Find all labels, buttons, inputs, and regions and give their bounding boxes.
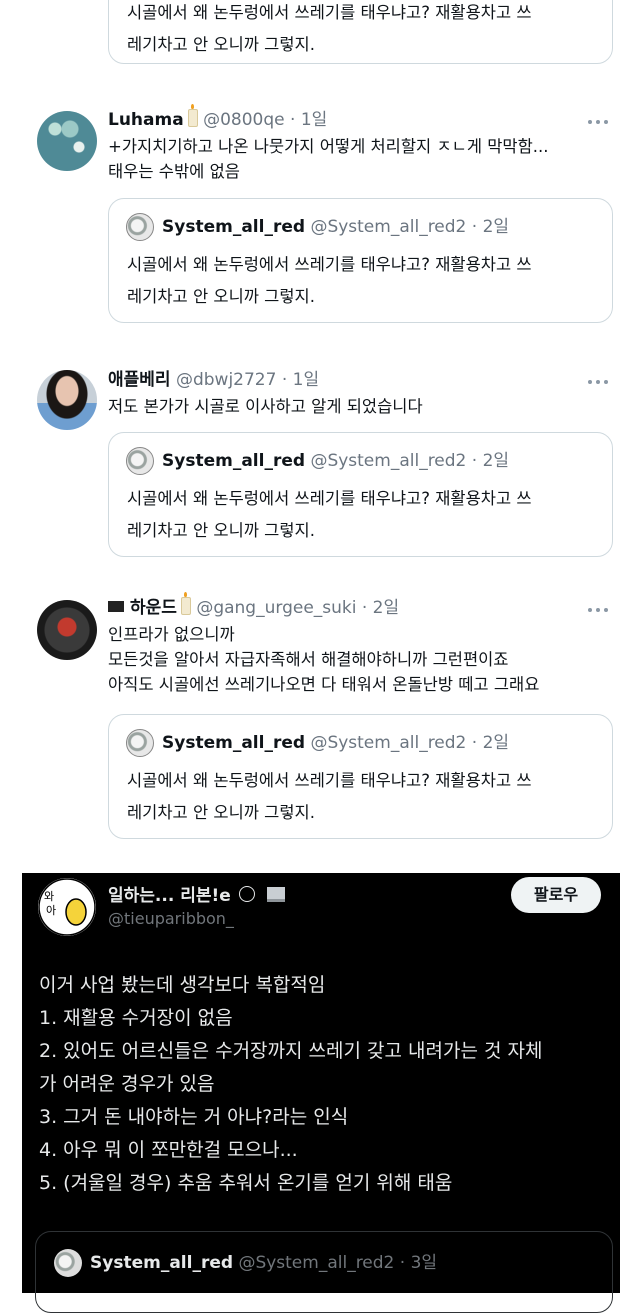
quoted-tweet-card[interactable]: System_all_red @System_all_red2 · 2일 시골에…: [108, 432, 613, 557]
laptop-emoji: [266, 887, 285, 902]
tweet-text: +가지치기하고 나온 나뭇가지 어떻게 처리할지 ㅈㄴ게 막막함... 태우는 …: [108, 137, 549, 181]
quoted-tweet-header: System_all_red @System_all_red2 · 2일: [126, 213, 509, 241]
handle-time: @gang_urgee_suki · 2일: [196, 598, 400, 618]
tweet-text-line: 가 어려운 경우가 있음: [39, 1073, 215, 1095]
tweet-header: 애플베리 @dbwj2727 · 1일: [108, 368, 319, 392]
quoted-tweet-card[interactable]: 시골에서 왜 논두렁에서 쓰레기를 태우냐고? 재활용차고 쓰 레기차고 안 오…: [108, 0, 613, 64]
tweet-text-line: 1. 재활용 수거장이 없음: [39, 1007, 233, 1029]
tweet-header: 하운드 @gang_urgee_suki · 2일: [108, 592, 400, 620]
follow-button[interactable]: 팔로우: [511, 877, 601, 913]
quoted-tweet-text: 시골에서 왜 논두렁에서 쓰레기를 태우냐고? 재활용차고 쓰 레기차고 안 오…: [127, 771, 532, 822]
more-icon[interactable]: [588, 380, 610, 384]
svg-text:와: 와: [44, 890, 54, 903]
dark-tweet-card[interactable]: 와 아 일하는... 리본!e @tieuparibbon_ 팔로우 이거 사업…: [22, 873, 620, 1313]
display-name[interactable]: Luhama: [108, 110, 184, 130]
handle[interactable]: @tieuparibbon_: [108, 909, 234, 928]
display-name[interactable]: 애플베리: [108, 370, 171, 390]
quoted-tweet-text: 시골에서 왜 논두렁에서 쓰레기를 태우냐고? 재활용차고 쓰 레기차고 안 오…: [127, 255, 532, 306]
avatar-drawing: 와 아: [38, 878, 96, 936]
more-icon[interactable]: [588, 120, 610, 124]
face-emoji: [238, 886, 255, 902]
avatar[interactable]: 와 아: [38, 878, 96, 936]
tweet-text: 인프라가 없으니까 모든것을 알아서 자급자족해서 해결해야하니까 그런편이죠 …: [108, 625, 540, 694]
avatar[interactable]: [37, 370, 97, 430]
tweet[interactable]: 애플베리 @dbwj2727 · 1일 저도 본가가 시골로 이사하고 알게 되…: [0, 368, 640, 568]
tweet-text-line: 2. 있어도 어르신들은 수거장까지 쓰레기 갖고 내려가는 것 자체: [39, 1040, 543, 1062]
tweet-text-line: 이거 사업 봤는데 생각보다 복합적임: [39, 974, 326, 996]
avatar[interactable]: [37, 111, 97, 171]
handle-time: @dbwj2727 · 1일: [175, 370, 320, 390]
quoted-tweet-card[interactable]: System_all_red @System_all_red2 · 3일: [35, 1231, 613, 1313]
quoted-tweet-header: System_all_red @System_all_red2 · 2일: [126, 447, 509, 475]
quoted-tweet-card[interactable]: System_all_red @System_all_red2 · 2일 시골에…: [108, 714, 613, 839]
tweet-text-line: 4. 아우 뭐 이 쪼만한걸 모으나...: [39, 1139, 298, 1161]
flag-emoji: [108, 601, 124, 612]
timeline-light: 시골에서 왜 논두렁에서 쓰레기를 태우냐고? 재활용차고 쓰 레기차고 안 오…: [0, 0, 640, 862]
tweet-header: Luhama @0800qe · 1일: [108, 104, 328, 132]
candle-emoji: [187, 104, 198, 127]
svg-text:아: 아: [46, 904, 56, 917]
tweet-text-line: 5. (겨울일 경우) 추움 추워서 온기를 얻기 위해 태움: [39, 1172, 453, 1194]
candle-emoji: [180, 592, 191, 615]
quoted-tweet-text: 시골에서 왜 논두렁에서 쓰레기를 태우냐고? 재활용차고 쓰 레기차고 안 오…: [127, 489, 532, 540]
tweet-text-line: 3. 그거 돈 내야하는 거 아냐?라는 인식: [39, 1106, 349, 1128]
quoted-avatar: [54, 1249, 82, 1277]
tweet[interactable]: 하운드 @gang_urgee_suki · 2일 인프라가 없으니까 모든것을…: [0, 592, 640, 856]
display-name[interactable]: 일하는... 리본!e: [108, 881, 285, 906]
display-name[interactable]: 하운드: [130, 598, 177, 618]
tweet-text: 저도 본가가 시골로 이사하고 알게 되었습니다: [108, 397, 423, 416]
quoted-tweet-header: System_all_red @System_all_red2 · 3일: [54, 1248, 437, 1277]
tweet[interactable]: Luhama @0800qe · 1일 +가지치기하고 나온 나뭇가지 어떻게 …: [0, 104, 640, 338]
avatar[interactable]: [37, 600, 97, 660]
quoted-avatar: [126, 213, 154, 241]
quoted-tweet-card[interactable]: System_all_red @System_all_red2 · 2일 시골에…: [108, 198, 613, 323]
more-icon[interactable]: [588, 608, 610, 612]
handle-time: @0800qe · 1일: [203, 110, 328, 130]
quoted-avatar: [126, 729, 154, 757]
quoted-tweet-header: System_all_red @System_all_red2 · 2일: [126, 729, 509, 757]
quoted-avatar: [126, 447, 154, 475]
quoted-tweet-text: 시골에서 왜 논두렁에서 쓰레기를 태우냐고? 재활용차고 쓰 레기차고 안 오…: [127, 3, 532, 54]
